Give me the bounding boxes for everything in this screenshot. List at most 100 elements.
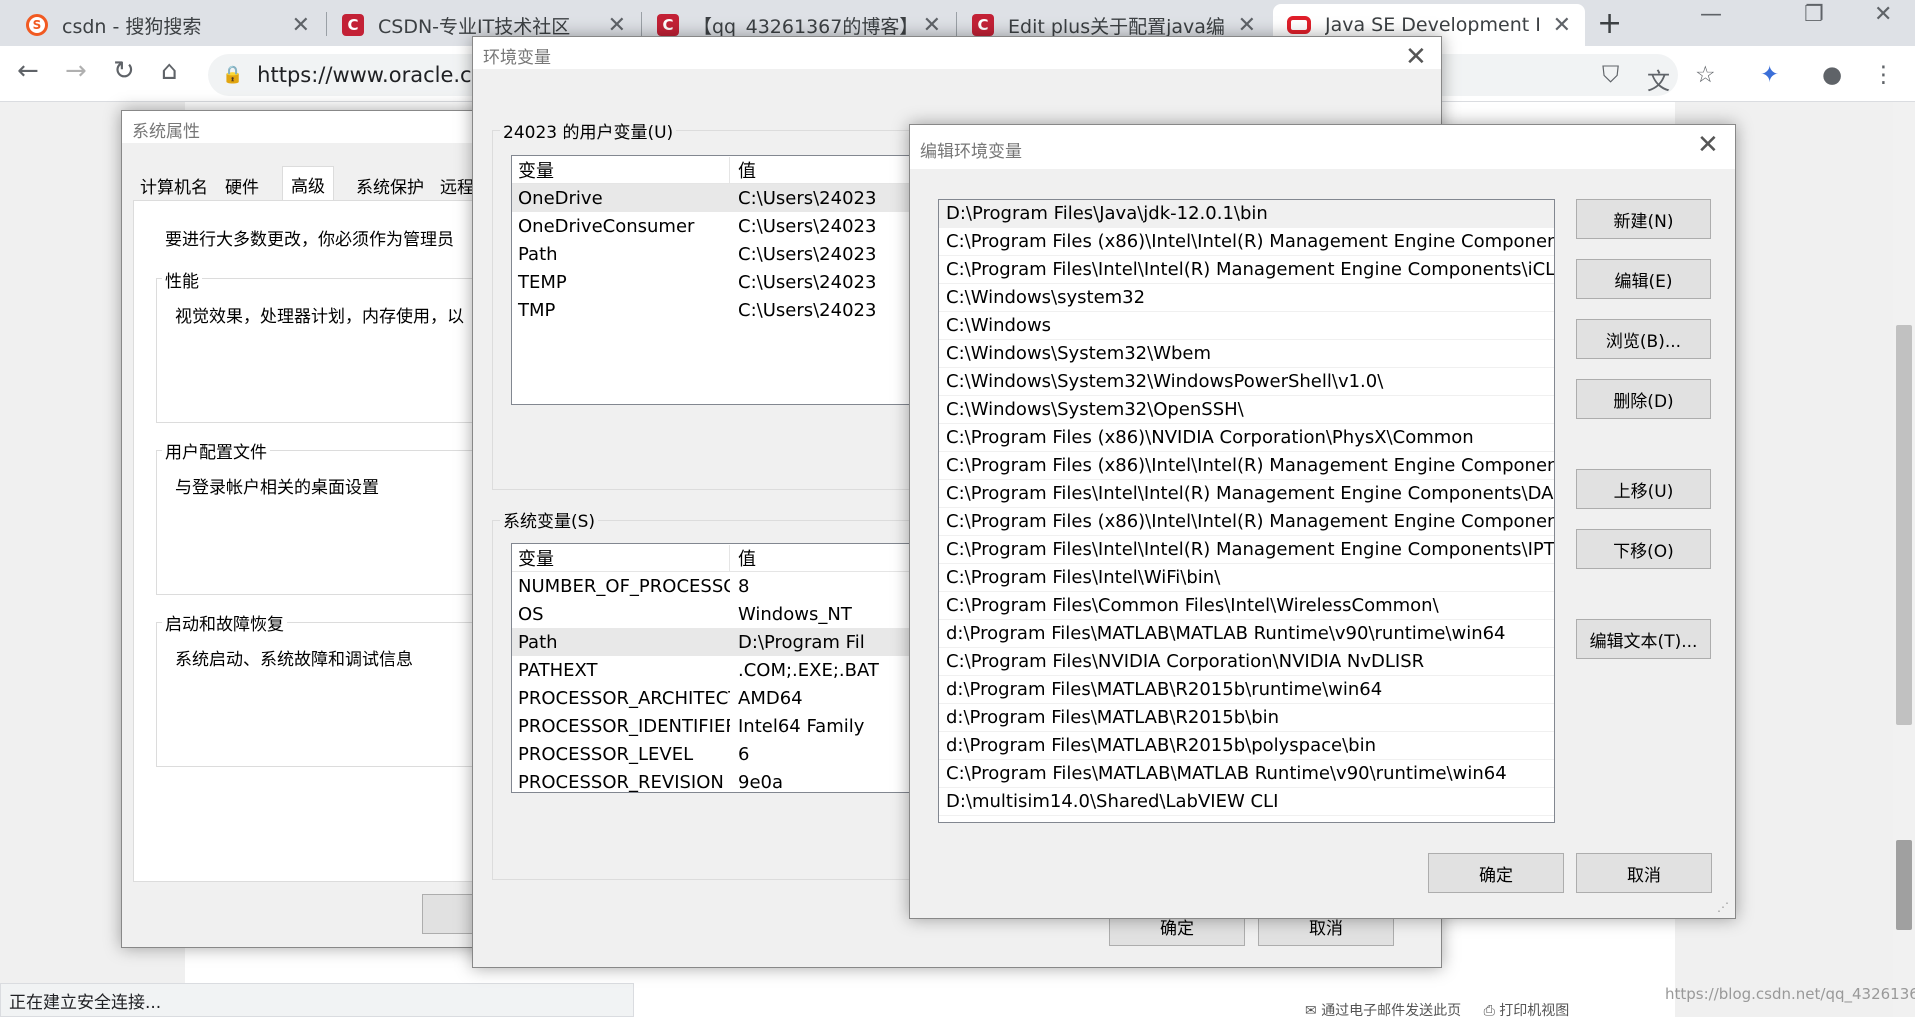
list-item[interactable]: d:\Program Files\MATLAB\MATLAB Runtime\v… (939, 620, 1554, 648)
path-list[interactable]: D:\Program Files\Java\jdk-12.0.1\bin C:\… (938, 199, 1555, 823)
extension-icon[interactable]: ✦ (1760, 62, 1779, 88)
table-row[interactable]: PATHEXT .COM;.EXE;.BAT (512, 656, 960, 684)
home-icon[interactable]: ⌂ (161, 56, 178, 86)
list-item[interactable]: C:\Program Files (x86)\Intel\Intel(R) Ma… (939, 228, 1554, 256)
var-value: D:\Program Fil (738, 631, 865, 653)
tab-sogou[interactable]: S csdn - 搜狗搜索 ✕ (12, 4, 324, 46)
translate-icon[interactable]: 文 (1647, 62, 1670, 96)
tab-hardware[interactable]: 硬件 (221, 170, 263, 198)
list-item[interactable]: C:\Windows\System32\OpenSSH\ (939, 396, 1554, 424)
close-icon[interactable]: ✕ (608, 13, 626, 38)
close-icon[interactable]: ✕ (1238, 13, 1256, 38)
table-row[interactable]: OneDriveConsumer C:\Users\24023 (512, 212, 960, 240)
tab-system-protection[interactable]: 系统保护 (352, 170, 428, 198)
close-icon[interactable]: ✕ (1553, 13, 1571, 38)
close-icon[interactable]: ✕ (1405, 42, 1427, 72)
list-item[interactable]: C:\Program Files\Intel\Intel(R) Manageme… (939, 536, 1554, 564)
scrollbar-thumb[interactable] (1896, 325, 1912, 725)
list-item[interactable]: C:\Program Files (x86)\Intel\Intel(R) Ma… (939, 508, 1554, 536)
reload-icon[interactable]: ↻ (113, 56, 135, 86)
table-row[interactable]: PROCESSOR_REVISION 9e0a (512, 768, 960, 793)
new-tab-plus-icon[interactable]: + (1597, 6, 1622, 41)
list-item[interactable]: C:\Program Files\Intel\Intel(R) Manageme… (939, 256, 1554, 284)
watermark: https://blog.csdn.net/qq_4326136 (1665, 985, 1915, 1003)
resize-grip-icon[interactable]: ⋰ (1717, 900, 1729, 914)
new-button[interactable]: 新建(N) (1576, 199, 1711, 239)
email-page-link[interactable]: 通过电子邮件发送此页 (1321, 1003, 1461, 1017)
table-row[interactable]: OneDrive C:\Users\24023 (512, 184, 960, 212)
user-vars-label: 24023 的用户变量(U) (500, 118, 677, 143)
list-item[interactable]: C:\Windows (939, 312, 1554, 340)
star-icon[interactable]: ☆ (1695, 62, 1716, 88)
close-icon[interactable]: ✕ (1697, 130, 1719, 160)
browse-button[interactable]: 浏览(B)... (1576, 319, 1711, 359)
list-item[interactable]: D:\multisim14.0\Shared\LabVIEW CLI (939, 788, 1554, 816)
list-item[interactable]: d:\Program Files\MATLAB\R2015b\bin (939, 704, 1554, 732)
col-value: 值 (738, 548, 756, 570)
close-icon[interactable]: ✕ (923, 13, 941, 38)
list-item[interactable]: d:\Program Files\MATLAB\R2015b\runtime\w… (939, 676, 1554, 704)
list-item[interactable]: C:\Windows\System32\Wbem (939, 340, 1554, 368)
list-item[interactable]: C:\Program Files (x86)\Intel\Intel(R) Ma… (939, 452, 1554, 480)
table-row[interactable]: PROCESSOR_ARCHITECTURE AMD64 (512, 684, 960, 712)
table-row[interactable]: PROCESSOR_IDENTIFIER Intel64 Family (512, 712, 960, 740)
tab-advanced[interactable]: 高级 (282, 166, 334, 200)
edit-env-ok-button[interactable]: 确定 (1428, 853, 1564, 893)
list-item[interactable]: C:\Windows\system32 (939, 284, 1554, 312)
forward-arrow-icon[interactable]: → (65, 56, 87, 86)
var-value: C:\Users\24023 (738, 243, 877, 265)
window-close-icon[interactable]: ✕ (1874, 2, 1892, 27)
var-value: AMD64 (738, 687, 803, 709)
table-row[interactable]: PROCESSOR_LEVEL 6 (512, 740, 960, 768)
list-item[interactable]: C:\Windows\System32\WindowsPowerShell\v1… (939, 368, 1554, 396)
col-variable: 变量 (512, 544, 730, 571)
scrollbar-thumb-secondary[interactable] (1896, 840, 1912, 930)
list-item[interactable]: C:\Program Files\NVIDIA Corporation\NVID… (939, 648, 1554, 676)
shield-icon[interactable]: ⛉ (1602, 62, 1619, 88)
system-vars-table[interactable]: 变量值 NUMBER_OF_PROCESSORS 8 OS Windows_NT P… (511, 543, 961, 793)
table-row[interactable]: NUMBER_OF_PROCESSORS 8 (512, 572, 960, 600)
back-arrow-icon[interactable]: ← (17, 56, 39, 86)
restore-icon[interactable]: ❐ (1804, 2, 1824, 27)
edit-text-button[interactable]: 编辑文本(T)... (1576, 619, 1711, 659)
table-row[interactable]: TEMP C:\Users\24023 (512, 268, 960, 296)
var-name: PROCESSOR_REVISION (518, 771, 724, 793)
tab-label: 【qq_43261367的博客】M (693, 15, 909, 38)
var-name: NUMBER_OF_PROCESSORS (518, 575, 730, 597)
list-item[interactable]: D:\Program Files\Java\jdk-12.0.1\bin (939, 200, 1554, 228)
menu-kebab-icon[interactable]: ⋮ (1872, 62, 1895, 88)
dialog-title: 编辑环境变量 (910, 125, 1735, 169)
table-row[interactable]: OS Windows_NT (512, 600, 960, 628)
csdn-icon: C (342, 14, 364, 36)
list-item[interactable]: C:\Program Files\MATLAB\MATLAB Runtime\v… (939, 760, 1554, 788)
var-name: TMP (518, 299, 556, 321)
list-item[interactable]: C:\Program Files\Intel\WiFi\bin\ (939, 564, 1554, 592)
dialog-title: 环境变量 (473, 37, 1441, 69)
move-down-button[interactable]: 下移(O) (1576, 529, 1711, 569)
table-row[interactable]: TMP C:\Users\24023 (512, 296, 960, 324)
list-item[interactable]: d:\Program Files\MATLAB\R2015b\polyspace… (939, 732, 1554, 760)
print-view-link[interactable]: 打印机视图 (1499, 1003, 1569, 1017)
table-row[interactable]: Path C:\Users\24023 (512, 240, 960, 268)
system-vars-label: 系统变量(S) (500, 507, 599, 532)
dialog-title: 系统属性 (122, 111, 490, 143)
var-name: PROCESSOR_ARCHITECTURE (518, 687, 730, 709)
close-icon[interactable]: ✕ (292, 13, 310, 38)
user-vars-table[interactable]: 变量值 OneDrive C:\Users\24023 OneDriveConsu… (511, 155, 961, 405)
csdn-icon: C (657, 14, 679, 36)
tab-label: csdn - 搜狗搜索 (62, 15, 202, 38)
list-item[interactable]: C:\Program Files\Intel\Intel(R) Manageme… (939, 480, 1554, 508)
table-row[interactable]: Path D:\Program Fil (512, 628, 960, 656)
list-item[interactable]: C:\Program Files (x86)\NVIDIA Corporatio… (939, 424, 1554, 452)
tab-computer-name[interactable]: 计算机名 (136, 170, 212, 198)
var-value: .COM;.EXE;.BAT (738, 659, 879, 681)
var-value: 6 (738, 743, 750, 765)
delete-button[interactable]: 删除(D) (1576, 379, 1711, 419)
edit-button[interactable]: 编辑(E) (1576, 259, 1711, 299)
edit-env-cancel-button[interactable]: 取消 (1576, 853, 1712, 893)
list-item[interactable]: C:\Program Files\Common Files\Intel\Wire… (939, 592, 1554, 620)
move-up-button[interactable]: 上移(U) (1576, 469, 1711, 509)
minimize-icon[interactable]: — (1700, 2, 1722, 27)
tab-divider (326, 12, 327, 36)
profile-avatar-icon[interactable]: ● (1822, 62, 1842, 88)
